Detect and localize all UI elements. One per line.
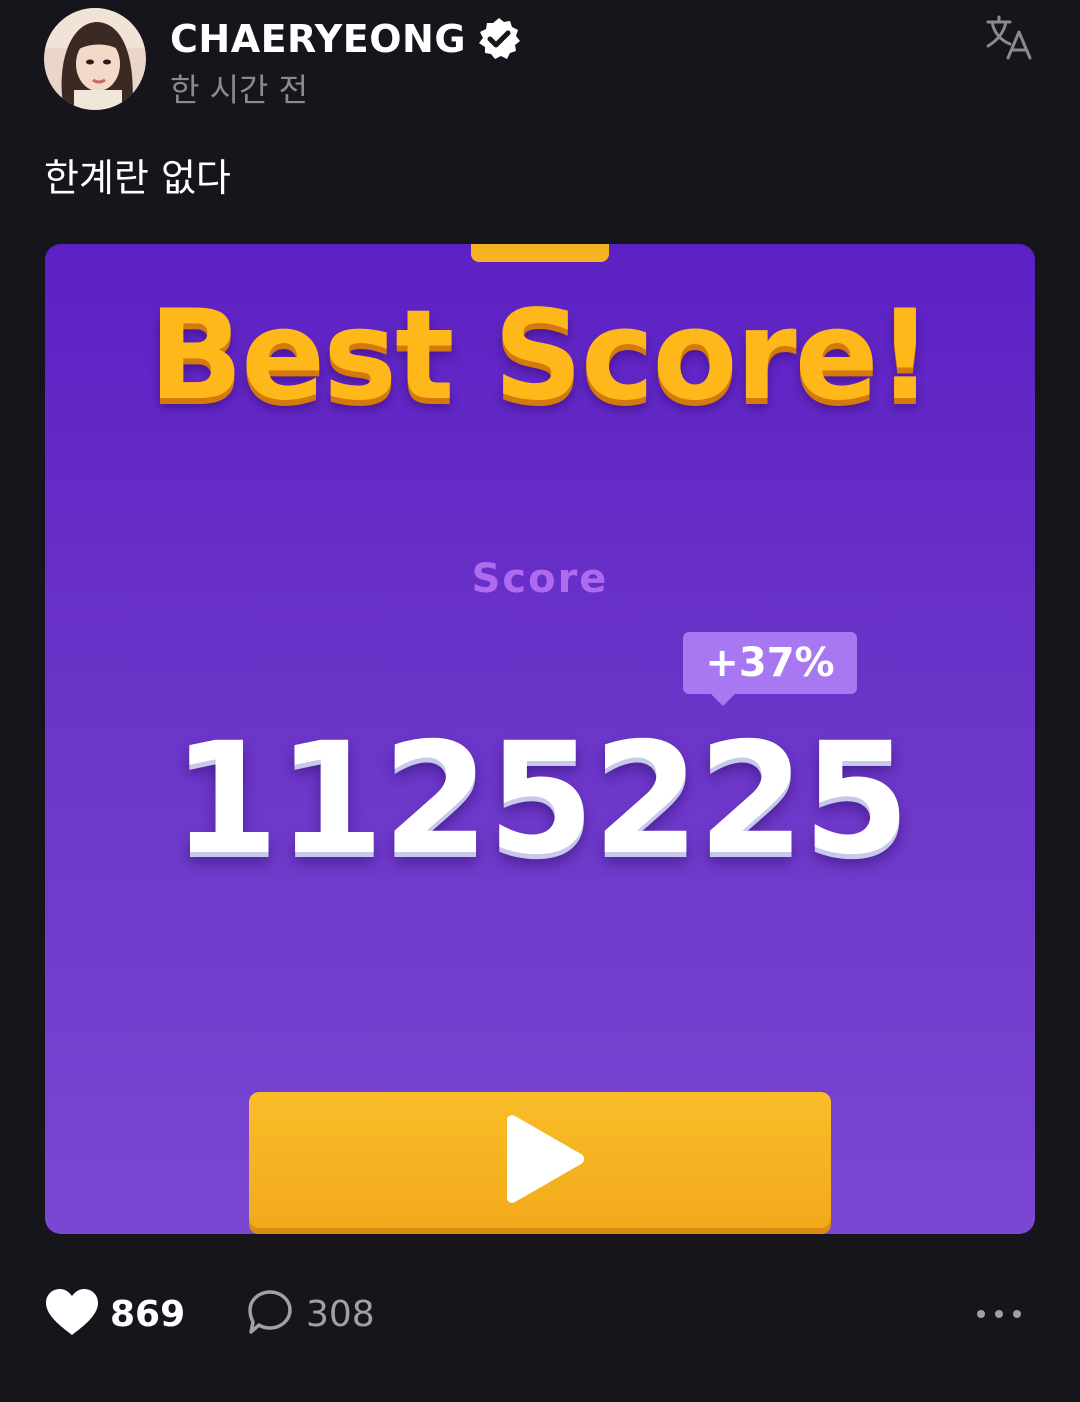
comment-bubble-icon (246, 1288, 294, 1340)
more-dots-icon[interactable] (974, 1296, 1024, 1332)
heart-icon (44, 1287, 100, 1341)
like-button[interactable]: 869 (44, 1284, 185, 1344)
best-score-title: Best Score! (148, 284, 934, 428)
play-button[interactable] (249, 1092, 831, 1234)
comment-button[interactable]: 308 (246, 1284, 375, 1344)
author-name[interactable]: CHAERYEONG (170, 16, 466, 62)
like-count: 869 (110, 1293, 186, 1335)
post-actions: 869 308 (44, 1284, 1036, 1348)
post-time: 한 시간 전 (170, 71, 309, 109)
score-value: 1125225 (171, 710, 910, 889)
post-image[interactable]: Best Score! Score +37% 1125225 (45, 244, 1035, 1234)
post-header: CHAERYEONG 한 시간 전 (44, 8, 1036, 118)
avatar[interactable] (44, 8, 146, 110)
verified-badge-icon (476, 16, 522, 62)
score-label: Score (471, 556, 609, 602)
comment-count: 308 (306, 1293, 375, 1335)
top-tab (471, 244, 609, 262)
percent-badge: +37% (683, 632, 857, 706)
play-icon (499, 1114, 589, 1204)
translate-icon[interactable] (984, 12, 1034, 62)
post-caption: 한계란 없다 (44, 156, 231, 200)
author-name-row: CHAERYEONG (170, 16, 522, 62)
